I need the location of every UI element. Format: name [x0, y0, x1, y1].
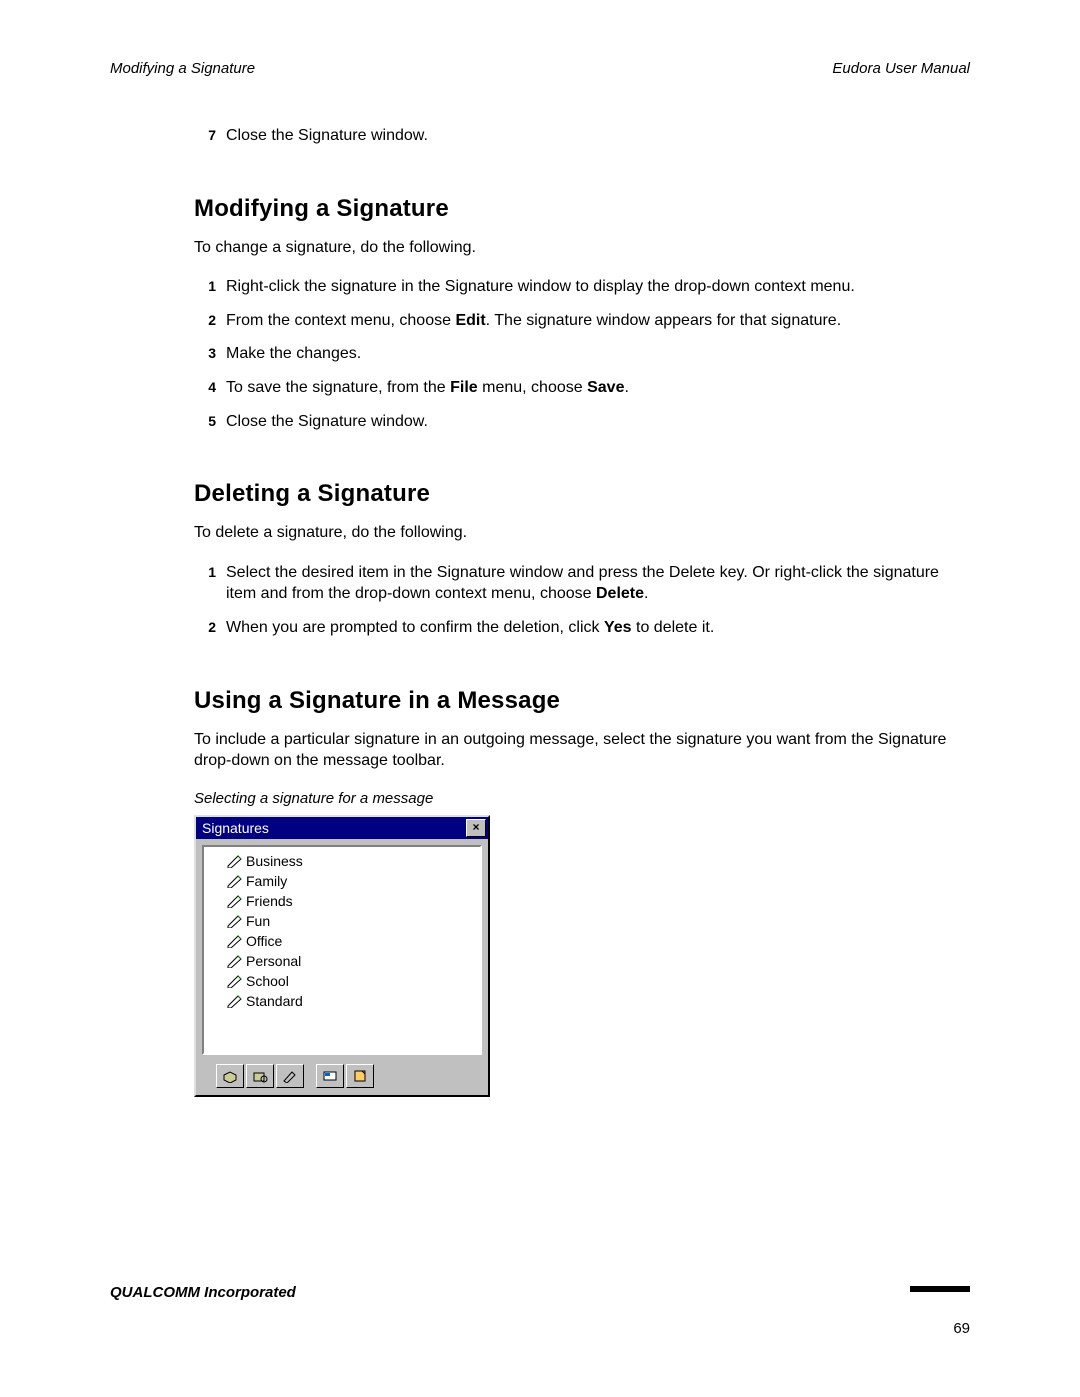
list-item[interactable]: Office: [206, 931, 478, 951]
text-fragment: .: [624, 379, 628, 396]
list-item[interactable]: Family: [206, 871, 478, 891]
figure-caption: Selecting a signature for a message: [194, 790, 970, 807]
step-text: To save the signature, from the File men…: [226, 377, 970, 399]
note-icon: [352, 1069, 368, 1083]
step-row: 1 Select the desired item in the Signatu…: [194, 562, 970, 605]
footer-rule: [910, 1286, 970, 1292]
list-item-label: Family: [246, 873, 287, 889]
running-header: Modifying a Signature Eudora User Manual: [110, 60, 970, 77]
toolbar-button-3[interactable]: [276, 1064, 304, 1088]
list-item-label: Standard: [246, 993, 303, 1009]
intro-modifying: To change a signature, do the following.: [194, 237, 970, 259]
step-row: 2 From the context menu, choose Edit. Th…: [194, 310, 970, 332]
step-number: 1: [194, 276, 216, 298]
toolbar-button-5[interactable]: [346, 1064, 374, 1088]
bold-word: Yes: [604, 619, 632, 636]
titlebar: Signatures ×: [196, 817, 488, 839]
content-area: 7 Close the Signature window. Modifying …: [194, 125, 970, 1097]
bold-word: File: [450, 379, 478, 396]
pen-icon: [282, 1069, 298, 1083]
pen-icon: [226, 934, 246, 948]
toolbar-button-4[interactable]: [316, 1064, 344, 1088]
folder-search-icon: [252, 1069, 268, 1083]
step-number: 3: [194, 343, 216, 365]
header-right: Eudora User Manual: [832, 60, 970, 77]
pen-icon: [226, 854, 246, 868]
step-row: 2 When you are prompted to confirm the d…: [194, 617, 970, 639]
panel-toolbar: [196, 1061, 488, 1095]
pen-icon: [226, 994, 246, 1008]
text-fragment: to delete it.: [632, 619, 715, 636]
text-fragment: . The signature window appears for that …: [486, 312, 841, 329]
titlebar-text: Signatures: [202, 820, 269, 836]
step-number: 2: [194, 310, 216, 332]
step-text: Make the changes.: [226, 343, 970, 365]
toolbar-button-2[interactable]: [246, 1064, 274, 1088]
pen-icon: [226, 974, 246, 988]
bold-word: Save: [587, 379, 624, 396]
bold-word: Delete: [596, 585, 644, 602]
list-item-label: Fun: [246, 913, 270, 929]
list-item[interactable]: Fun: [206, 911, 478, 931]
step-row: 4 To save the signature, from the File m…: [194, 377, 970, 399]
step-text: When you are prompted to confirm the del…: [226, 617, 970, 639]
list-item[interactable]: School: [206, 971, 478, 991]
text-fragment: To save the signature, from the: [226, 379, 450, 396]
step-row: 1 Right-click the signature in the Signa…: [194, 276, 970, 298]
step-number: 4: [194, 377, 216, 399]
text-fragment: menu, choose: [478, 379, 587, 396]
step-number: 1: [194, 562, 216, 605]
pen-icon: [226, 894, 246, 908]
box-icon: [222, 1069, 238, 1083]
text-fragment: From the context menu, choose: [226, 312, 455, 329]
page-number: 69: [953, 1320, 970, 1337]
list-item[interactable]: Business: [206, 851, 478, 871]
pen-icon: [226, 874, 246, 888]
list-item[interactable]: Standard: [206, 991, 478, 1011]
list-item-label: Personal: [246, 953, 301, 969]
pen-icon: [226, 914, 246, 928]
list-item-label: Office: [246, 933, 282, 949]
signatures-panel: Signatures × Business Family Friends: [194, 815, 490, 1097]
pen-icon: [226, 954, 246, 968]
step-number: 5: [194, 411, 216, 433]
toolbar-button-1[interactable]: [216, 1064, 244, 1088]
step-number: 2: [194, 617, 216, 639]
list-item-label: Friends: [246, 893, 293, 909]
heading-deleting: Deleting a Signature: [194, 480, 970, 508]
header-left: Modifying a Signature: [110, 60, 255, 77]
step-text: From the context menu, choose Edit. The …: [226, 310, 970, 332]
heading-using: Using a Signature in a Message: [194, 687, 970, 715]
step-text: Right-click the signature in the Signatu…: [226, 276, 970, 298]
intro-using: To include a particular signature in an …: [194, 729, 970, 772]
list-item-label: School: [246, 973, 289, 989]
step-text: Close the Signature window.: [226, 411, 970, 433]
footer-company: QUALCOMM Incorporated: [110, 1284, 296, 1301]
text-fragment: When you are prompted to confirm the del…: [226, 619, 604, 636]
close-icon[interactable]: ×: [466, 819, 486, 837]
list-item[interactable]: Friends: [206, 891, 478, 911]
step-row: 5 Close the Signature window.: [194, 411, 970, 433]
bold-word: Edit: [455, 312, 485, 329]
step-number: 7: [194, 125, 216, 147]
signature-list[interactable]: Business Family Friends Fun Office: [202, 845, 482, 1055]
step-text: Select the desired item in the Signature…: [226, 562, 970, 605]
step-row: 3 Make the changes.: [194, 343, 970, 365]
step-text: Close the Signature window.: [226, 125, 970, 147]
card-icon: [322, 1069, 338, 1083]
list-item-label: Business: [246, 853, 303, 869]
list-item[interactable]: Personal: [206, 951, 478, 971]
text-fragment: .: [644, 585, 648, 602]
heading-modifying: Modifying a Signature: [194, 195, 970, 223]
text-fragment: Select the desired item in the Signature…: [226, 564, 939, 603]
page: Modifying a Signature Eudora User Manual…: [0, 0, 1080, 1397]
step-row: 7 Close the Signature window.: [194, 125, 970, 147]
intro-deleting: To delete a signature, do the following.: [194, 522, 970, 544]
